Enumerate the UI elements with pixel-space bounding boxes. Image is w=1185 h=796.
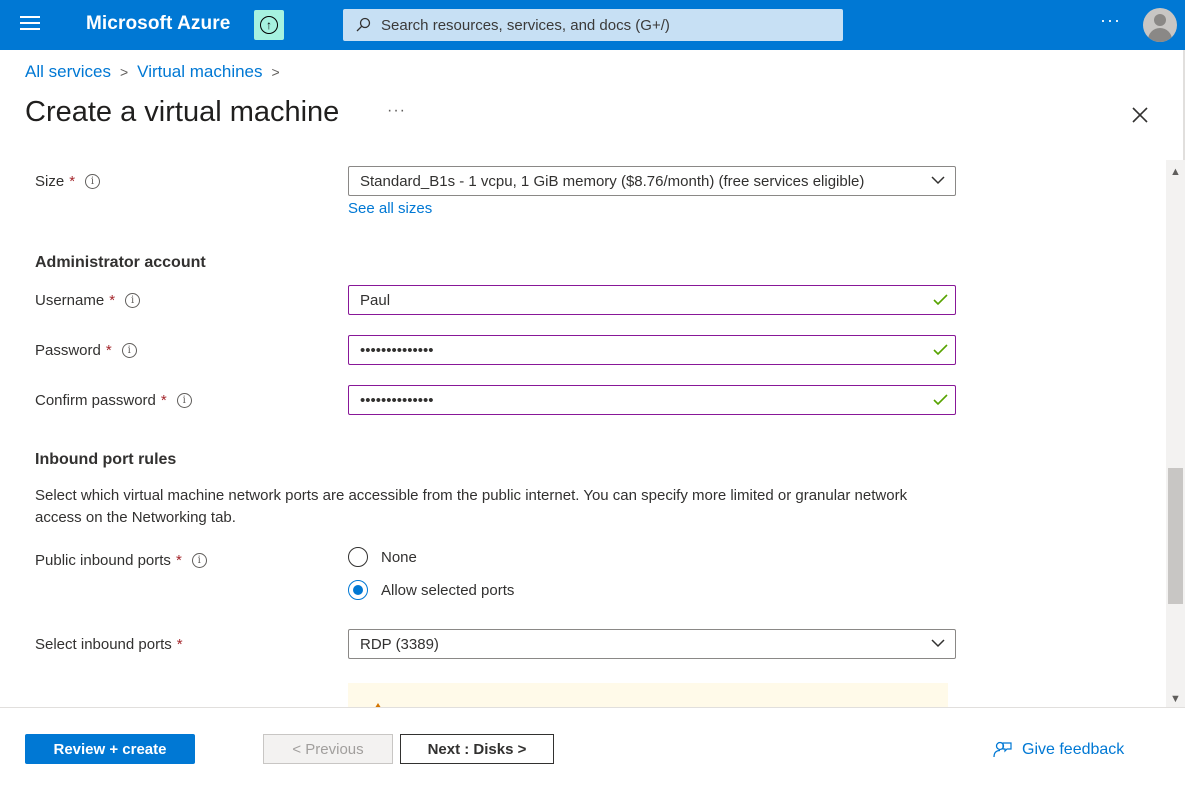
info-icon[interactable]: i (191, 553, 207, 568)
upgrade-button[interactable]: ↑ (254, 10, 284, 40)
top-bar: Microsoft Azure ↑ ··· (0, 0, 1185, 50)
breadcrumb-virtual-machines[interactable]: Virtual machines (137, 62, 262, 82)
admin-account-heading: Administrator account (35, 254, 206, 271)
scroll-up-icon[interactable]: ▲ (1170, 166, 1181, 178)
give-feedback-link[interactable]: Give feedback (992, 741, 1124, 759)
breadcrumb: All services > Virtual machines > (25, 62, 289, 82)
page-title: Create a virtual machine (25, 96, 340, 128)
inbound-ports-value: RDP (3389) (360, 635, 439, 653)
inbound-ports-dropdown[interactable]: RDP (3389) (348, 629, 956, 659)
username-field[interactable]: Paul (348, 285, 956, 315)
scrollbar[interactable]: ▲ ▼ (1166, 160, 1185, 707)
scrollbar-thumb[interactable] (1168, 468, 1183, 604)
size-dropdown[interactable]: Standard_B1s - 1 vcpu, 1 GiB memory ($8.… (348, 166, 956, 196)
radio-circle-selected (348, 580, 368, 600)
previous-button[interactable]: < Previous (263, 734, 393, 764)
size-label: Size * i (35, 173, 101, 190)
inbound-port-rules-heading: Inbound port rules (35, 451, 177, 468)
info-icon[interactable]: i (121, 343, 137, 358)
username-label: Username * i (35, 292, 141, 309)
radio-allow-selected-ports[interactable]: Allow selected ports (348, 580, 514, 600)
search-bar[interactable] (343, 9, 843, 41)
see-all-sizes-link[interactable]: See all sizes (348, 200, 432, 217)
chevron-right-icon: > (119, 64, 129, 80)
password-field[interactable]: •••••••••••••• (348, 335, 956, 365)
avatar[interactable] (1143, 8, 1177, 42)
chevron-down-icon (931, 176, 945, 185)
confirm-password-field[interactable]: •••••••••••••• (348, 385, 956, 415)
chevron-right-icon: > (271, 64, 280, 80)
brand-title[interactable]: Microsoft Azure (86, 13, 230, 35)
checkmark-icon (933, 394, 948, 406)
select-inbound-ports-label: Select inbound ports * (35, 636, 183, 653)
radio-circle (348, 547, 368, 567)
public-inbound-ports-label: Public inbound ports * i (35, 552, 207, 569)
menu-icon[interactable] (20, 16, 40, 34)
next-disks-button[interactable]: Next : Disks > (400, 734, 554, 764)
password-label: Password * i (35, 342, 137, 359)
info-icon[interactable]: i (85, 174, 101, 189)
breadcrumb-all-services[interactable]: All services (25, 62, 111, 82)
inbound-description: Select which virtual machine network por… (35, 487, 908, 526)
upload-icon: ↑ (260, 16, 278, 34)
form-content: Size * i Standard_B1s - 1 vcpu, 1 GiB mem… (0, 150, 1166, 707)
search-icon (356, 17, 371, 32)
more-options-icon[interactable]: ··· (387, 102, 406, 120)
feedback-icon (993, 741, 1012, 758)
checkmark-icon (933, 294, 948, 306)
scroll-down-icon[interactable]: ▼ (1170, 693, 1181, 705)
chevron-down-icon (931, 639, 945, 648)
info-icon[interactable]: i (176, 393, 192, 408)
radio-none[interactable]: None (348, 547, 417, 567)
search-input[interactable] (379, 15, 823, 35)
info-icon[interactable]: i (125, 293, 141, 308)
footer-bar: Review + create < Previous Next : Disks … (0, 707, 1185, 796)
warning-banner (348, 683, 948, 707)
more-options-icon[interactable]: ··· (1100, 10, 1121, 31)
size-value: Standard_B1s - 1 vcpu, 1 GiB memory ($8.… (360, 172, 865, 190)
close-icon[interactable] (1129, 104, 1151, 126)
review-create-button[interactable]: Review + create (25, 734, 195, 764)
checkmark-icon (933, 344, 948, 356)
confirm-password-label: Confirm password * i (35, 392, 192, 409)
